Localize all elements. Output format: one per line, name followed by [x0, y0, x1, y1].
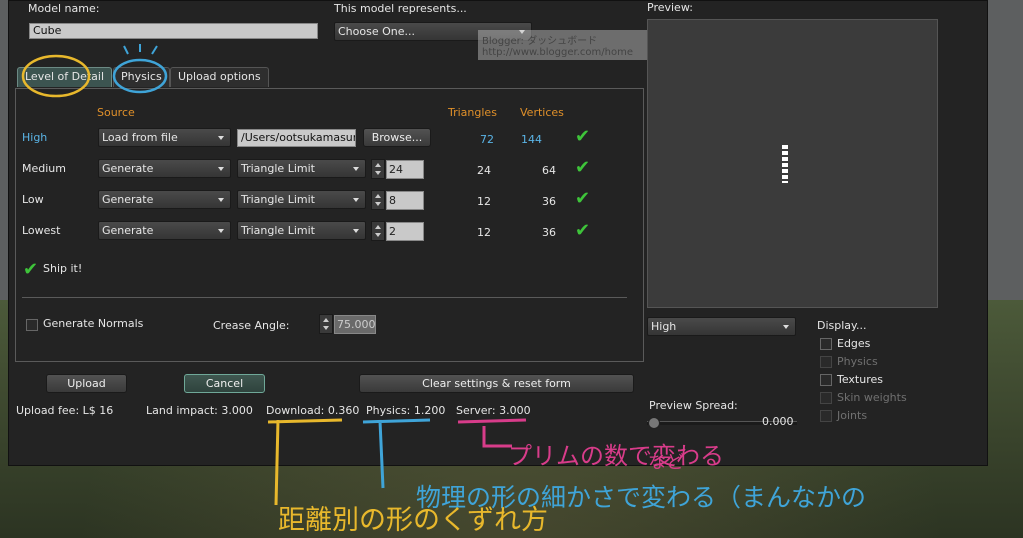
annotation-circle-physics — [112, 58, 168, 94]
annotation-circle-lod — [21, 54, 91, 98]
annotation-yellow-text: 距離別の形のくずれ方 — [278, 505, 548, 536]
annotation-emphasis — [123, 44, 158, 55]
annotation-pink-text: プリムの数で変わる — [508, 442, 724, 470]
annotation-bracket-yellow — [267, 418, 343, 506]
annotation-pink-small-text: など — [648, 452, 684, 473]
